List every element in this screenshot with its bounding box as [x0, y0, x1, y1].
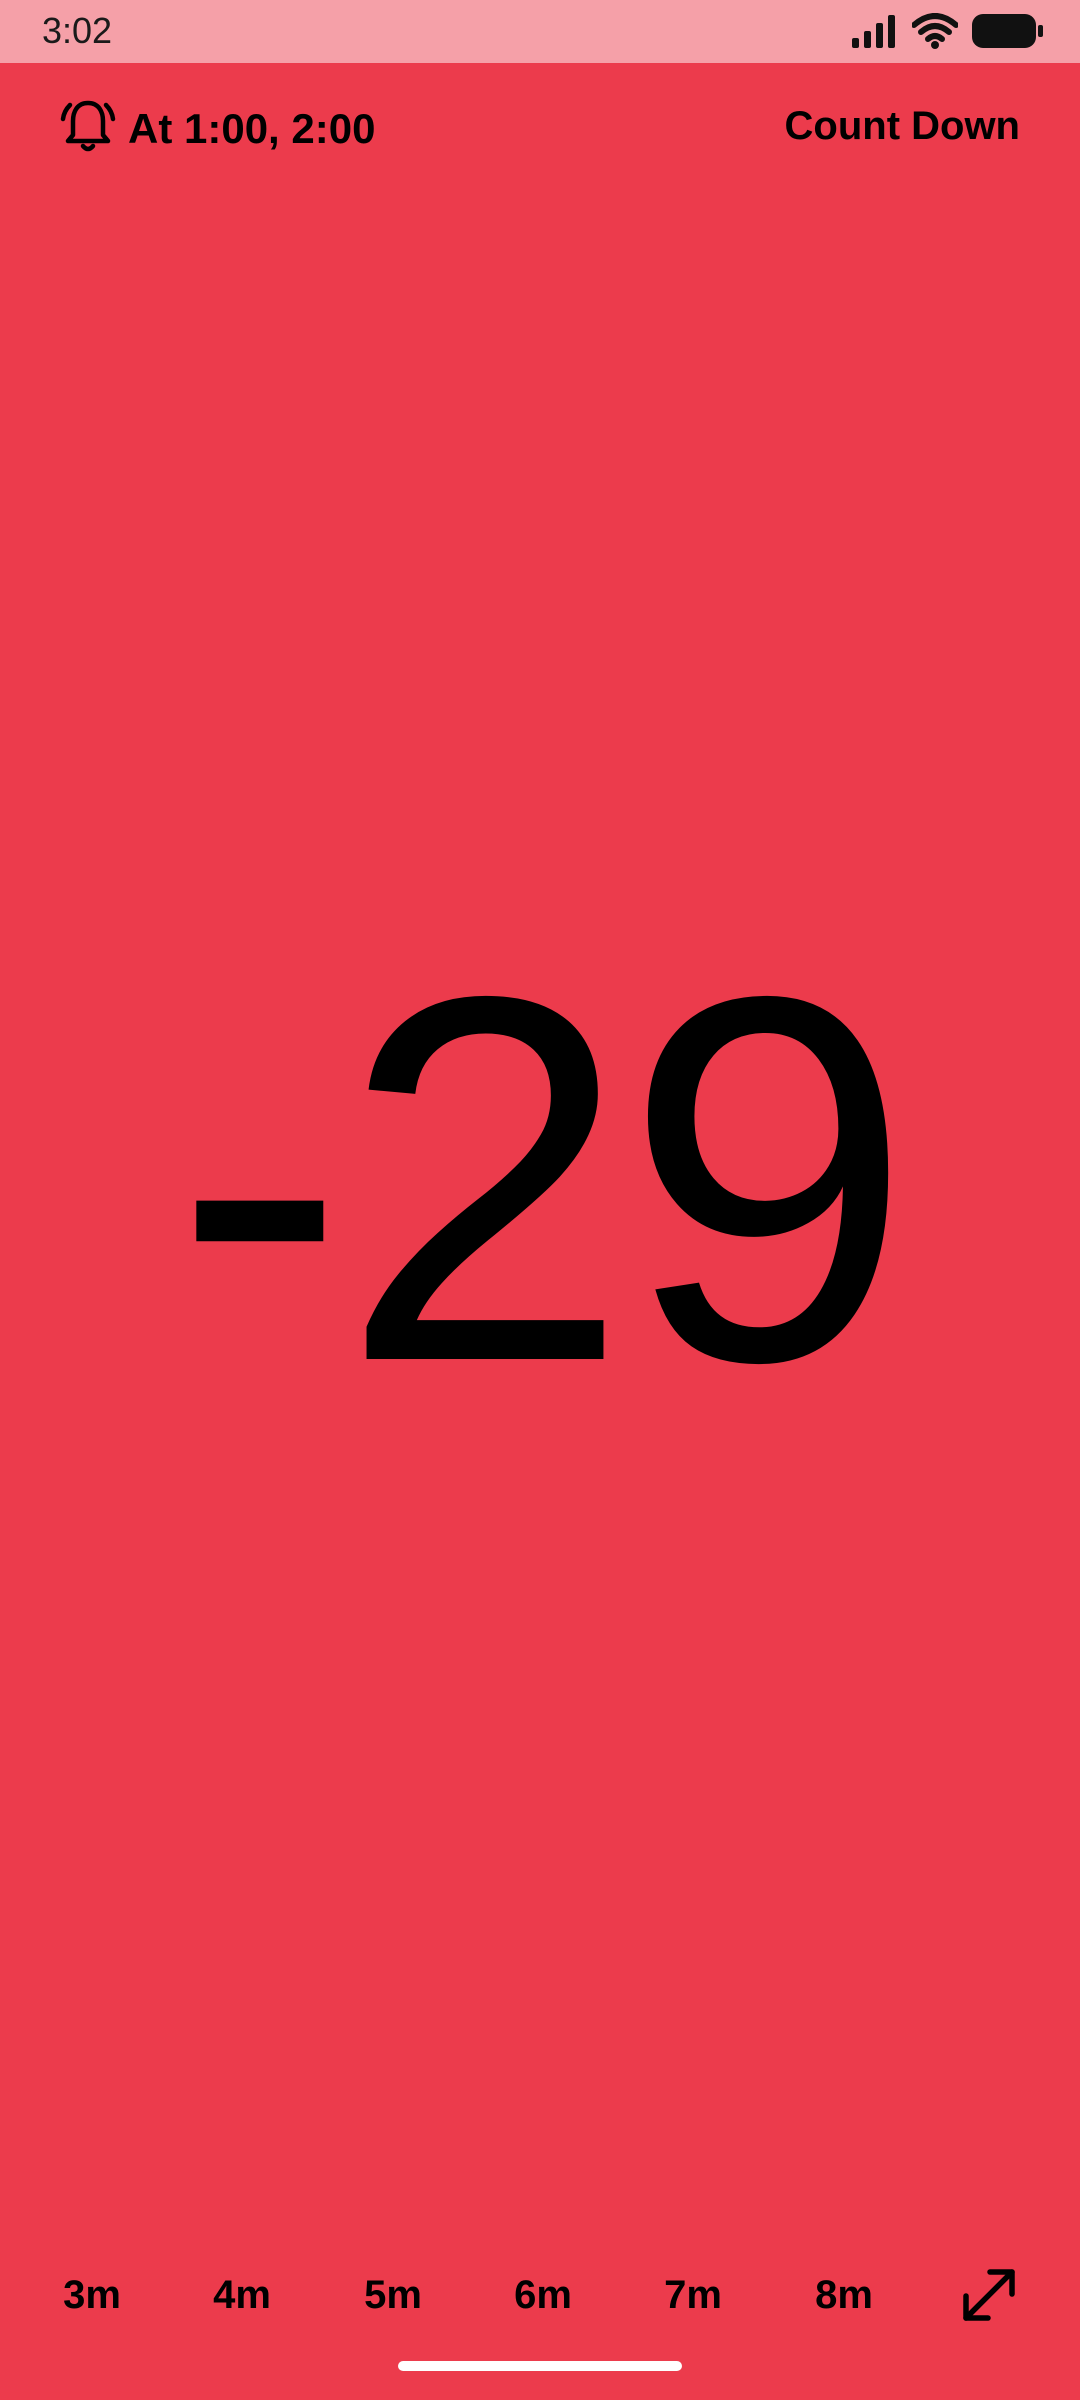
- mode-toggle[interactable]: Count Down: [785, 101, 1021, 151]
- expand-icon: [958, 2269, 1020, 2330]
- home-indicator[interactable]: [398, 2361, 682, 2371]
- screen: 3:02 At 1:00, 2:00 Count Down -29 3m 4m …: [0, 0, 1080, 2400]
- expand-button[interactable]: [958, 2264, 1020, 2326]
- preset-7m-button[interactable]: 7m: [638, 2260, 748, 2330]
- alarm-schedule[interactable]: At 1:00, 2:00: [60, 97, 375, 160]
- preset-4m-button[interactable]: 4m: [187, 2260, 297, 2330]
- preset-bar: 3m 4m 5m 6m 7m 8m: [0, 2260, 1080, 2330]
- preset-3m-button[interactable]: 3m: [37, 2260, 147, 2330]
- alarm-label: At 1:00, 2:00: [128, 104, 376, 152]
- status-icons: [852, 12, 1044, 50]
- preset-8m-button[interactable]: 8m: [789, 2260, 899, 2330]
- preset-6m-button[interactable]: 6m: [488, 2260, 598, 2330]
- alarm-bell-icon: [60, 97, 116, 160]
- header: At 1:00, 2:00 Count Down: [0, 63, 1080, 193]
- timer-display: -29: [173, 889, 913, 1470]
- wifi-icon: [912, 13, 958, 49]
- preset-5m-button[interactable]: 5m: [338, 2260, 448, 2330]
- signal-icon: [852, 14, 898, 48]
- status-time: 3:02: [42, 10, 113, 51]
- battery-icon: [972, 14, 1044, 48]
- status-bar: 3:02: [0, 0, 1080, 63]
